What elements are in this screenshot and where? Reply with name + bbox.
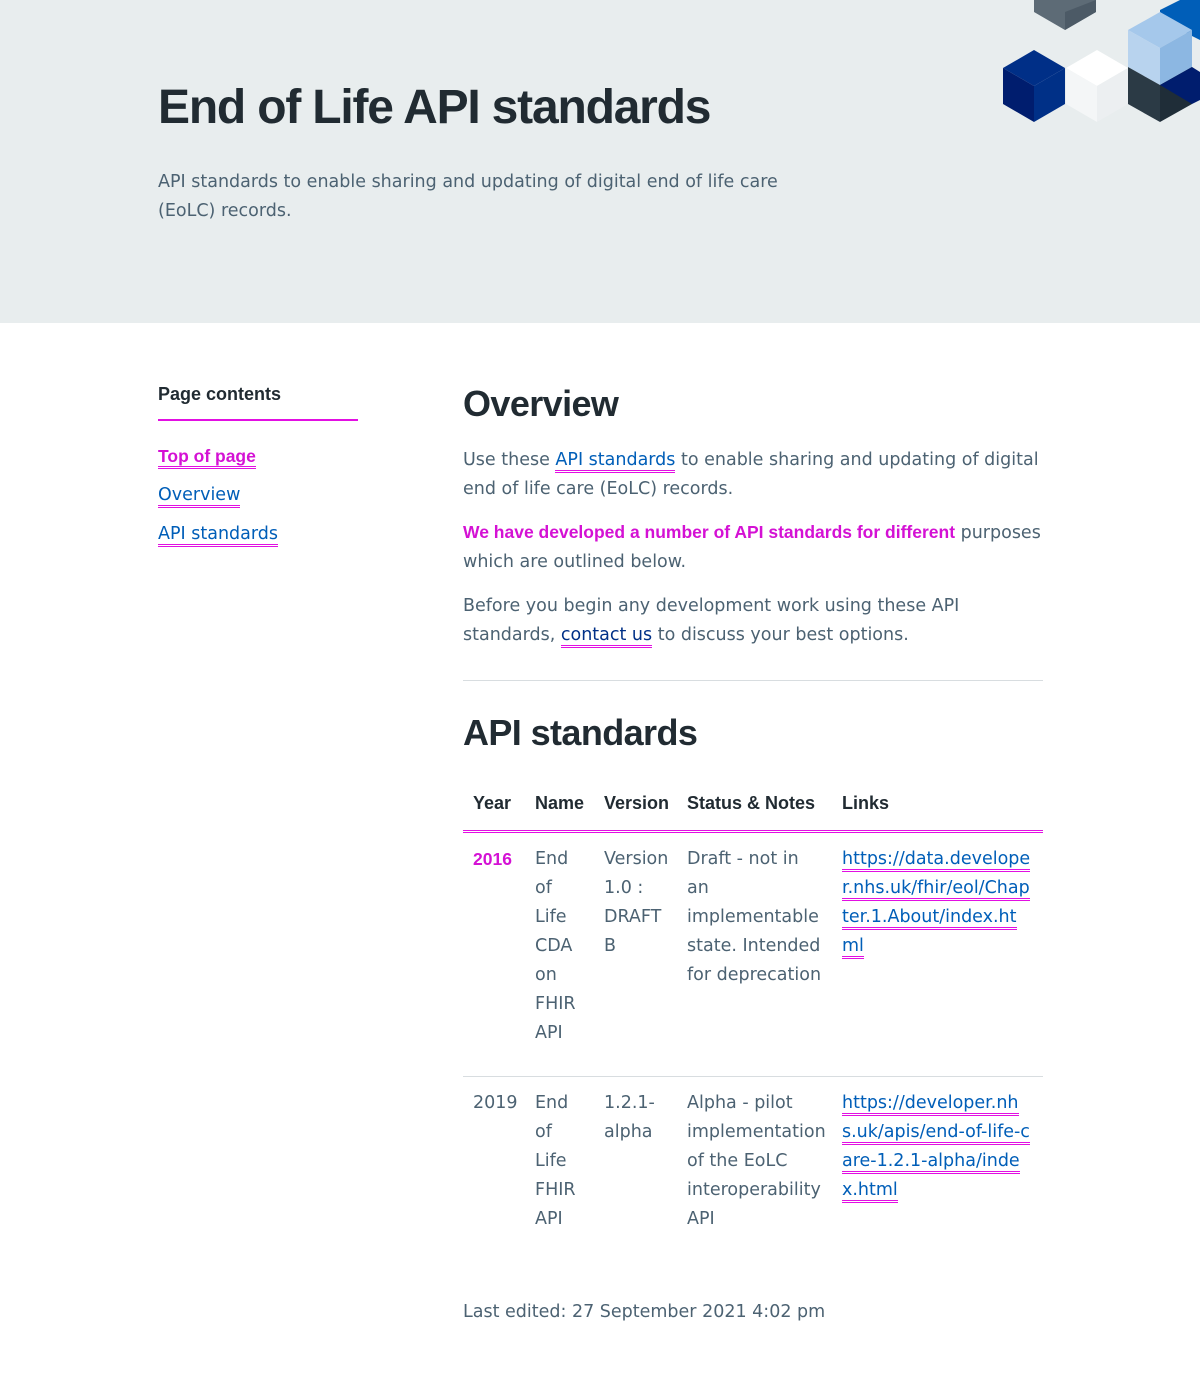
page-contents-list: Top of page Overview API standards	[158, 443, 358, 547]
cell-version: 1.2.1-alpha	[604, 1093, 655, 1142]
cell-status: Draft - not in an implementable state. I…	[677, 831, 832, 1077]
cell-version: Version 1.0 : DRAFT B	[594, 831, 677, 1077]
toc-link-api-standards[interactable]: API standards	[158, 524, 278, 547]
year-text: 2016	[473, 849, 512, 869]
cell-year: 2016	[463, 831, 525, 1077]
text: to discuss your best options.	[652, 625, 909, 645]
overview-paragraph-2: We have developed a number of API standa…	[463, 518, 1043, 577]
last-edited-text: Last edited: 27 September 2021 4:02 pm	[463, 1302, 826, 1322]
page-description: API standards to enable sharing and upda…	[158, 172, 778, 221]
page-contents-nav: Page contents Top of page Overview API s…	[158, 384, 358, 560]
column-header-links: Links	[832, 787, 1043, 833]
list-item: Overview	[158, 482, 358, 508]
cell-name: End of Life FHIR API	[535, 1093, 576, 1229]
api-doc-link[interactable]: https://data.developer.nhs.uk/fhir/eol/C…	[842, 849, 1031, 959]
contact-us-link[interactable]: contact us	[560, 625, 653, 648]
table-row: 2016 End of Life CDA on FHIR API Version…	[463, 831, 1043, 1077]
toc-link-top-of-page[interactable]: Top of page	[158, 446, 256, 469]
main-content: Overview Use these API standards to enab…	[463, 380, 1043, 1262]
overview-paragraph-3: Before you begin any development work us…	[463, 592, 1043, 650]
column-header-name: Name	[525, 787, 594, 833]
cell-links: https://developer.nhs.uk/apis/end-of-lif…	[832, 1077, 1043, 1263]
api-standards-heading: API standards	[463, 712, 698, 753]
cell-name: End of Life CDA on FHIR API	[525, 831, 594, 1077]
text: Use these	[463, 450, 556, 470]
toc-link-overview[interactable]: Overview	[158, 485, 241, 508]
column-header-year: Year	[463, 787, 525, 833]
column-header-version: Version	[594, 787, 677, 833]
link-container: https://data.developer.nhs.uk/fhir/eol/C…	[842, 845, 1033, 961]
api-standards-table: Year Name Version Status & Notes Links 2…	[463, 787, 1043, 1262]
overview-heading: Overview	[463, 383, 619, 424]
section-divider	[463, 680, 1043, 681]
highlighted-text: We have developed a number of API standa…	[463, 522, 956, 542]
page-contents-heading: Page contents	[158, 384, 358, 421]
decorative-cubes-graphic	[1003, 0, 1200, 122]
page-hero: End of Life API standards API standards …	[0, 0, 1200, 323]
column-header-status: Status & Notes	[677, 787, 832, 833]
overview-section: Overview Use these API standards to enab…	[463, 380, 1043, 650]
cell-year: 2019	[473, 1093, 518, 1113]
link-container: https://developer.nhs.uk/apis/end-of-lif…	[842, 1089, 1033, 1205]
table-header-row: Year Name Version Status & Notes Links	[463, 787, 1043, 833]
api-standards-link[interactable]: API standards	[555, 450, 676, 473]
page-title: End of Life API standards	[158, 81, 711, 134]
api-standards-section: API standards Year Name Version Status &…	[463, 709, 1043, 1262]
table-header: Year Name Version Status & Notes Links	[463, 787, 1043, 833]
cell-status: Alpha - pilot implementation of the EoLC…	[687, 1093, 826, 1229]
list-item: API standards	[158, 521, 358, 547]
list-item: Top of page	[158, 443, 358, 469]
table-row: 2019 End of Life FHIR API 1.2.1-alpha Al…	[463, 1077, 1043, 1263]
overview-paragraph-1: Use these API standards to enable sharin…	[463, 446, 1043, 504]
api-doc-link[interactable]: https://developer.nhs.uk/apis/end-of-lif…	[842, 1093, 1030, 1203]
cell-links: https://data.developer.nhs.uk/fhir/eol/C…	[832, 831, 1043, 1077]
